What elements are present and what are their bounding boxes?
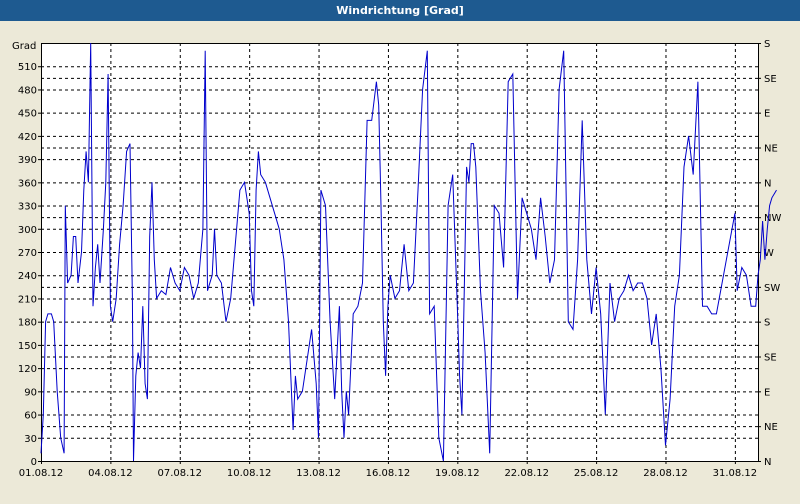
y-tick-label-left: 180 [18,318,37,329]
y-tick-label-right: S [764,39,770,50]
plot-background [41,43,758,461]
y-tick-label-right: N [764,457,771,468]
y-tick-label-left: 120 [18,364,37,375]
y-tick-label-right: NE [764,422,778,433]
y-tick-label-left: 270 [18,248,37,259]
x-tick-label: 31.08.12 [713,468,758,479]
y-tick-label-right: E [764,109,770,120]
y-tick-label-left: 330 [18,202,37,213]
y-tick-label-left: 210 [18,294,37,305]
x-tick-label: 19.08.12 [435,468,480,479]
y-tick-label-left: 30 [24,434,37,445]
y-tick-label-right: NW [764,213,781,224]
y-tick-label-right: N [764,178,771,189]
x-tick-label: 04.08.12 [88,468,133,479]
y-tick-label-left: 480 [18,85,37,96]
y-tick-label-right: S [764,318,770,329]
y-tick-label-right: SE [764,353,777,364]
y-tick-label-right: SW [764,283,780,294]
y-tick-label-right: NE [764,144,778,155]
x-tick-label: 22.08.12 [504,468,549,479]
y-tick-label-left: 60 [24,411,37,422]
y-tick-label-left: 0 [31,457,37,468]
y-tick-label-left: 450 [18,109,37,120]
x-tick-label: 07.08.12 [158,468,203,479]
y-tick-label-left: 90 [24,387,37,398]
x-tick-label: 10.08.12 [227,468,272,479]
y-tick-label-left: 360 [18,178,37,189]
x-tick-label: 28.08.12 [643,468,688,479]
y-tick-label-left: 390 [18,155,37,166]
x-tick-label: 01.08.12 [19,468,64,479]
x-tick-label: 16.08.12 [366,468,411,479]
x-tick-label: 25.08.12 [574,468,619,479]
y-tick-label-left: 150 [18,341,37,352]
y-tick-label-left: 300 [18,225,37,236]
y-axis-label: Grad [12,41,36,52]
y-tick-label-right: E [764,387,770,398]
y-tick-label-left: 420 [18,132,37,143]
wind-direction-chart: 0 30 60 90 120 150 180 210 240 270 300 330 360 390 420… [12,39,781,479]
y-tick-label-left: 510 [18,62,37,73]
y-tick-label-right: SE [764,74,777,85]
x-tick-label: 13.08.12 [296,468,341,479]
y-tick-label-left: 240 [18,271,37,282]
chart-area: 0 30 60 90 120 150 180 210 240 270 300 330 360 390 420… [0,21,800,500]
chart-title: Windrichtung [Grad] [0,0,800,21]
